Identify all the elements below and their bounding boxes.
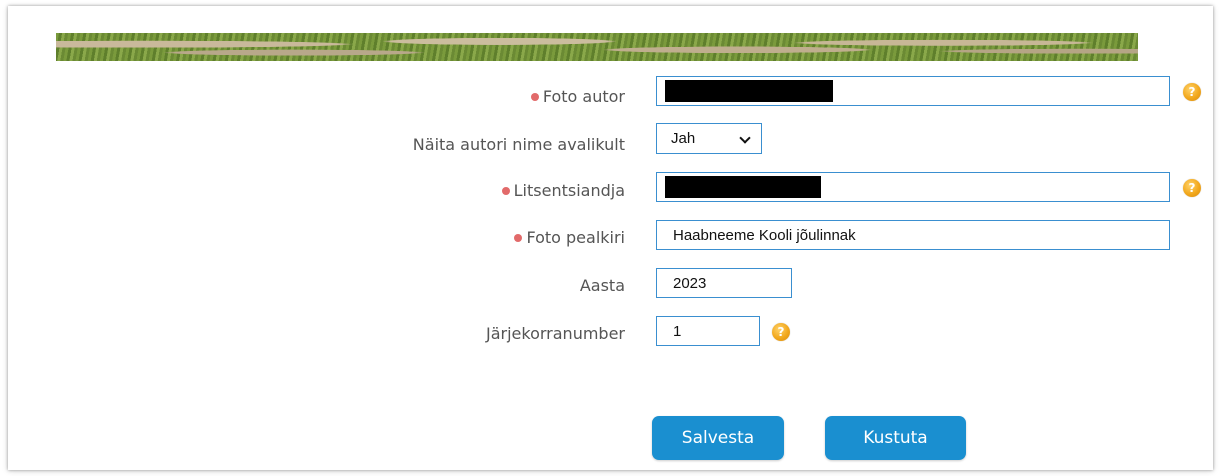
- licensor-input[interactable]: [656, 172, 1170, 202]
- photo-author-input[interactable]: [656, 76, 1170, 106]
- redacted-text: [665, 176, 821, 198]
- year-label: Aasta: [579, 276, 625, 295]
- help-icon[interactable]: ?: [1183, 179, 1201, 197]
- help-icon[interactable]: ?: [772, 323, 790, 341]
- licensor-label: Litsentsiandja: [501, 181, 625, 201]
- chevron-down-icon: [739, 132, 751, 144]
- delete-button[interactable]: Kustuta: [825, 416, 966, 460]
- save-button[interactable]: Salvesta: [652, 416, 784, 460]
- show-author-selected: Jah: [671, 130, 696, 147]
- order-number-label: Järjekorranumber: [486, 324, 625, 343]
- order-number-input[interactable]: 1: [656, 316, 760, 346]
- year-value: 2023: [673, 274, 707, 292]
- photo-title-input[interactable]: Haabneeme Kooli jõulinnak: [656, 220, 1170, 250]
- photo-author-label: Foto autor: [530, 87, 625, 107]
- help-icon[interactable]: ?: [1183, 83, 1201, 101]
- photo-title-label: Foto pealkiri: [514, 228, 625, 248]
- year-input[interactable]: 2023: [656, 268, 792, 298]
- form-panel: Foto autor ? Näita autori nime avalikult…: [8, 6, 1213, 470]
- required-indicator: [514, 233, 523, 242]
- photo-preview: [56, 33, 1138, 61]
- show-author-select[interactable]: Jah: [656, 123, 762, 154]
- required-indicator: [501, 186, 510, 195]
- required-indicator: [530, 92, 539, 101]
- redacted-text: [665, 80, 833, 102]
- order-number-value: 1: [673, 322, 682, 340]
- photo-title-value: Haabneeme Kooli jõulinnak: [673, 226, 856, 244]
- show-author-label: Näita autori nime avalikult: [412, 135, 625, 154]
